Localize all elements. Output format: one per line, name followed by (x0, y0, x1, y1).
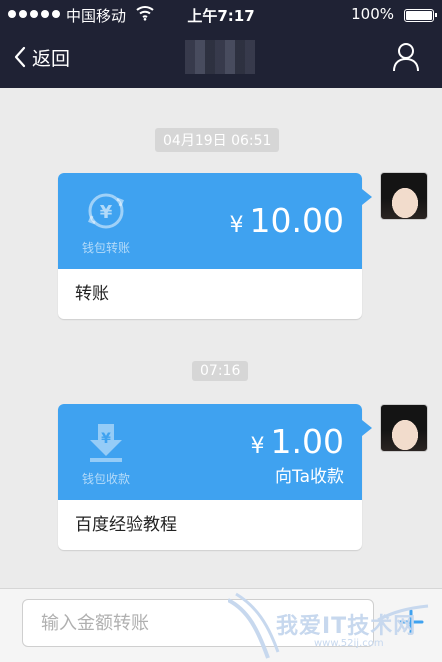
yuan-exchange-icon: ¥ 钱包转账 (76, 189, 136, 255)
transfer-caption: 转账 (75, 284, 109, 304)
request-amount: ¥1.00 (250, 422, 344, 461)
chat-area[interactable]: 04月19日 06:51 ¥ 钱包转账 ¥10.00 转账 07:16 ¥ 钱包… (0, 88, 442, 588)
profile-button[interactable] (392, 42, 420, 76)
transfer-card-header: ¥ 钱包转账 ¥10.00 (58, 173, 372, 269)
battery-percent: 100% (351, 5, 394, 23)
battery-icon (404, 9, 437, 22)
transfer-card[interactable]: ¥ 钱包转账 ¥10.00 转账 (58, 173, 372, 319)
back-button[interactable]: 返回 (14, 42, 70, 72)
person-icon (393, 43, 419, 72)
footer-bar (0, 588, 442, 662)
payment-request-card[interactable]: ¥ 钱包收款 ¥1.00 向Ta收款 百度经验教程 (58, 404, 372, 550)
add-button[interactable] (396, 607, 426, 637)
user-avatar[interactable] (380, 172, 428, 220)
top-bar: 中国移动 上午7:17 100% 返回 (0, 0, 442, 88)
request-subtext: 向Ta收款 (275, 467, 344, 487)
transfer-amount: ¥10.00 (229, 201, 344, 240)
wallet-transfer-label: 钱包转账 (81, 241, 130, 255)
navigation-bar: 返回 (0, 30, 442, 88)
wallet-receive-label: 钱包收款 (81, 472, 130, 486)
plus-icon (398, 609, 424, 635)
contact-name-redacted (185, 40, 255, 74)
message-timestamp: 07:16 (192, 361, 249, 381)
svg-text:¥: ¥ (100, 202, 113, 223)
user-avatar[interactable] (380, 404, 428, 452)
back-label: 返回 (32, 47, 71, 70)
yuan-download-icon: ¥ 钱包收款 (76, 420, 136, 486)
message-timestamp: 04月19日 06:51 (155, 128, 280, 152)
svg-text:¥: ¥ (101, 431, 111, 447)
status-bar: 中国移动 上午7:17 100% (0, 0, 442, 30)
amount-input[interactable] (22, 599, 374, 647)
request-caption: 百度经验教程 (75, 515, 177, 535)
chevron-left-icon (14, 46, 26, 68)
payment-request-card-header: ¥ 钱包收款 ¥1.00 向Ta收款 (58, 404, 372, 500)
